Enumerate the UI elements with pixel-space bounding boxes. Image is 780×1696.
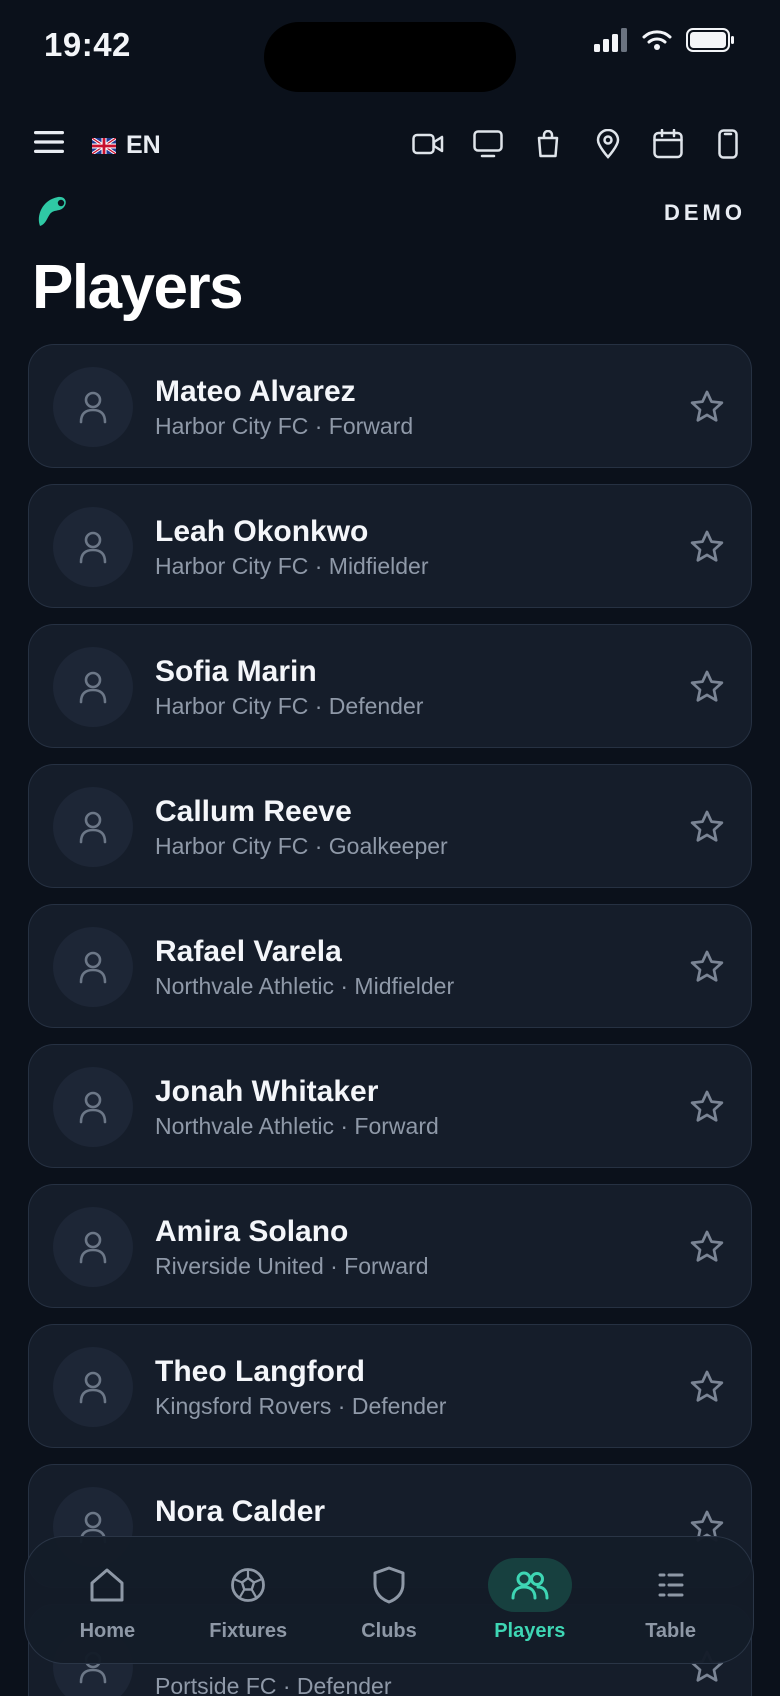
player-name: Amira Solano [155, 1215, 349, 1248]
tab-label: Clubs [361, 1619, 417, 1642]
person-icon [79, 951, 107, 984]
avatar [53, 1067, 133, 1147]
tab-label: Home [79, 1619, 136, 1642]
avatar [53, 647, 133, 727]
person-icon [79, 1091, 107, 1124]
tab-fixtures[interactable]: Fixtures [183, 1545, 313, 1655]
tab-home[interactable]: Home [42, 1545, 172, 1655]
player-card[interactable]: Callum Reeve Harbor City FC · Goalkeeper [28, 764, 752, 888]
top-actions [412, 128, 744, 160]
player-name: Sofia Marin [155, 655, 317, 688]
player-club-position: Harbor City FC · Goalkeeper [155, 833, 448, 859]
favorite-star-icon[interactable] [685, 665, 729, 709]
player-card[interactable]: Mateo Alvarez Harbor City FC · Forward [28, 344, 752, 468]
top-bar: EN [0, 118, 780, 174]
app-logo-icon [34, 194, 70, 235]
tab-table[interactable]: Table [606, 1545, 736, 1655]
player-card[interactable]: Sofia Marin Harbor City FC · Defender [28, 624, 752, 748]
player-club-position: Harbor City FC · Defender [155, 693, 424, 719]
menu-icon[interactable] [34, 130, 64, 159]
tab-label: Table [645, 1619, 696, 1642]
demo-badge: DEMO [664, 200, 746, 225]
player-card[interactable]: Jonah Whitaker Northvale Athletic · Forw… [28, 1044, 752, 1168]
person-icon [79, 671, 107, 704]
location-pin-icon[interactable] [592, 128, 624, 160]
player-name: Rafael Varela [155, 935, 342, 968]
status-bar: 19:42 [0, 0, 780, 96]
favorite-star-icon[interactable] [685, 1365, 729, 1409]
cellular-signal-icon [594, 28, 627, 52]
language-label: EN [126, 131, 161, 159]
player-club-position: Northvale Athletic · Forward [155, 1113, 439, 1139]
player-club-position: Portside FC · Defender [155, 1673, 392, 1696]
player-name: Jonah Whitaker [155, 1075, 379, 1108]
tv-icon[interactable] [472, 128, 504, 160]
people-icon [511, 1571, 549, 1599]
battery-icon [686, 28, 734, 52]
player-card[interactable]: Rafael Varela Northvale Athletic · Midfi… [28, 904, 752, 1028]
person-icon [79, 1371, 107, 1404]
home-icon [90, 1568, 124, 1601]
player-name: Callum Reeve [155, 795, 352, 828]
player-club-position: Harbor City FC · Forward [155, 413, 414, 439]
player-name: Nora Calder [155, 1495, 326, 1528]
favorite-star-icon[interactable] [685, 805, 729, 849]
player-card[interactable]: Leah Okonkwo Harbor City FC · Midfielder [28, 484, 752, 608]
brand-row: DEMO [0, 190, 780, 234]
shopping-bag-icon[interactable] [532, 128, 564, 160]
status-icons [594, 28, 736, 52]
avatar [53, 1207, 133, 1287]
wifi-icon [642, 30, 672, 50]
bottom-tab-bar: Home Fixtures Clubs Players Table [24, 1536, 754, 1664]
avatar [53, 367, 133, 447]
player-club-position: Riverside United · Forward [155, 1253, 429, 1279]
avatar [53, 507, 133, 587]
table-icon [658, 1573, 684, 1596]
player-club-position: Harbor City FC · Midfielder [155, 553, 429, 579]
page-title: Players [32, 253, 244, 322]
favorite-star-icon[interactable] [685, 525, 729, 569]
person-icon [79, 391, 107, 424]
player-card[interactable]: Amira Solano Riverside United · Forward [28, 1184, 752, 1308]
player-club-position: Kingsford Rovers · Defender [155, 1393, 447, 1419]
phone-icon[interactable] [712, 128, 744, 160]
avatar [53, 927, 133, 1007]
favorite-star-icon[interactable] [685, 945, 729, 989]
tab-clubs[interactable]: Clubs [324, 1545, 454, 1655]
video-camera-icon[interactable] [412, 128, 444, 160]
favorite-star-icon[interactable] [685, 385, 729, 429]
football-icon [231, 1567, 266, 1602]
shield-icon [373, 1566, 405, 1603]
tab-label: Players [494, 1619, 566, 1642]
status-time: 19:42 [44, 26, 131, 63]
person-icon [79, 1231, 107, 1264]
language-selector[interactable]: EN [92, 131, 161, 160]
person-icon [79, 531, 107, 564]
player-club-position: Northvale Athletic · Midfielder [155, 973, 455, 999]
avatar [53, 787, 133, 867]
person-icon [79, 811, 107, 844]
favorite-star-icon[interactable] [685, 1085, 729, 1129]
uk-flag-icon [92, 137, 116, 154]
dynamic-island [264, 22, 516, 92]
player-list: Mateo Alvarez Harbor City FC · Forward L… [28, 344, 752, 1696]
player-card[interactable]: Theo Langford Kingsford Rovers · Defende… [28, 1324, 752, 1448]
player-name: Theo Langford [155, 1355, 365, 1388]
calendar-icon[interactable] [652, 128, 684, 160]
tab-players[interactable]: Players [465, 1545, 595, 1655]
favorite-star-icon[interactable] [685, 1225, 729, 1269]
tab-label: Fixtures [209, 1619, 288, 1642]
player-name: Leah Okonkwo [155, 515, 369, 548]
avatar [53, 1347, 133, 1427]
player-name: Mateo Alvarez [155, 375, 356, 408]
